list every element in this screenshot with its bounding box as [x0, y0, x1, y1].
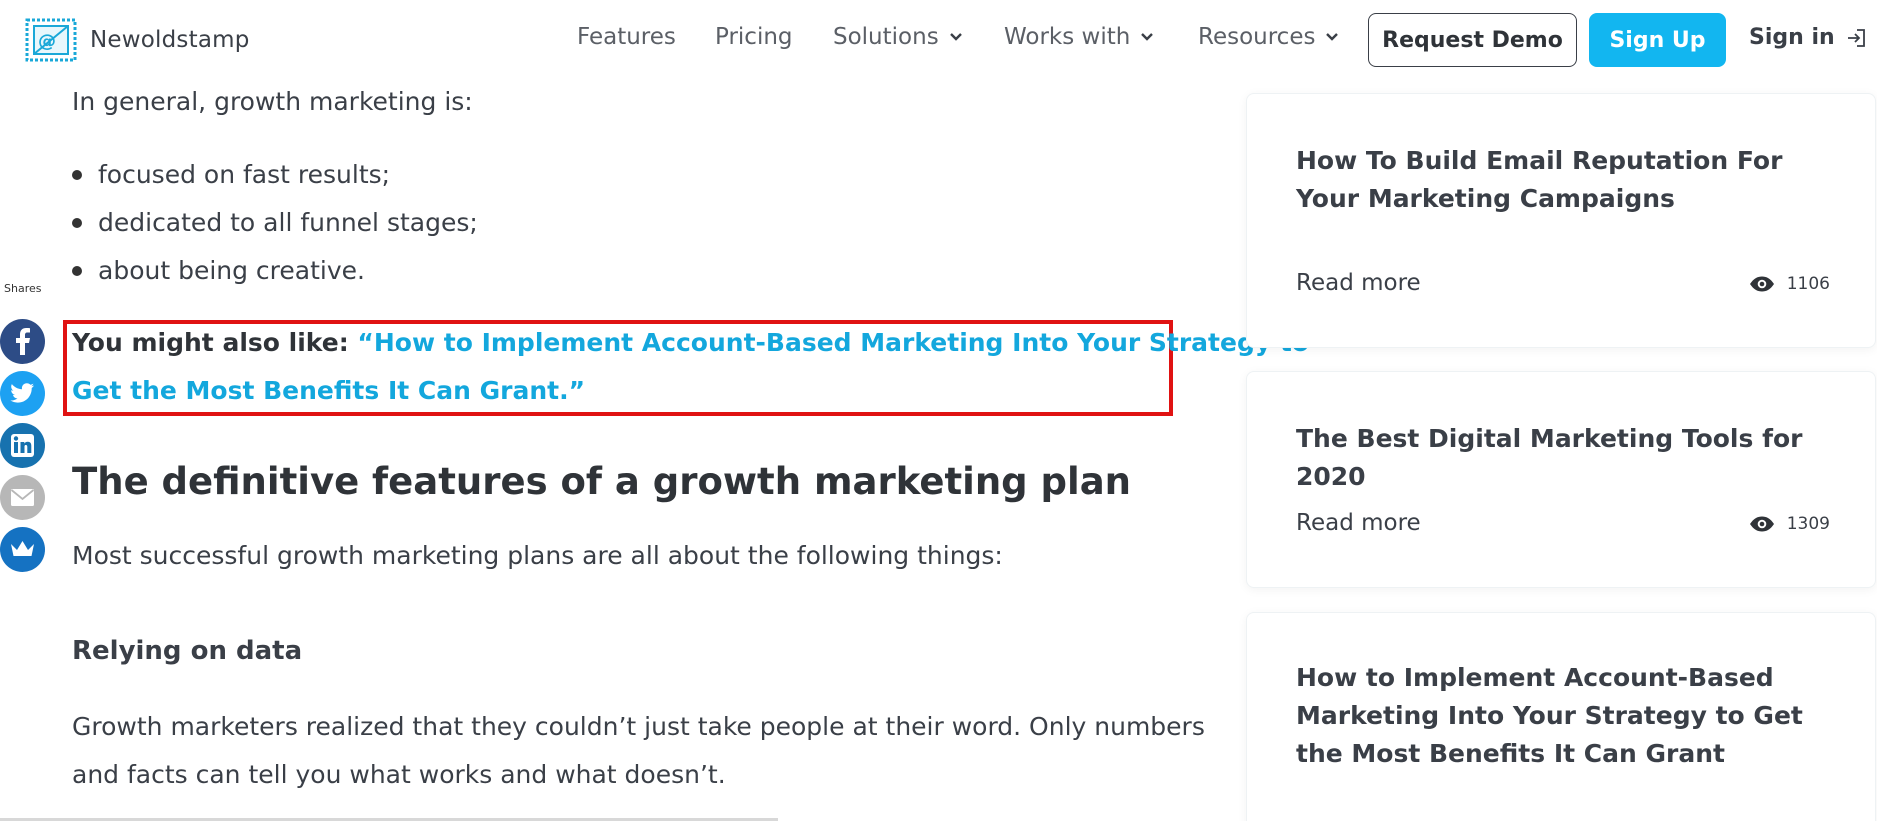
sign-in-icon: [1847, 28, 1865, 47]
related-post-card[interactable]: The Best Digital Marketing Tools for 202…: [1246, 371, 1876, 588]
body-paragraph-line-2: and facts can tell you what works and wh…: [72, 760, 726, 789]
crown-share-button[interactable]: [0, 527, 45, 572]
nav-solutions[interactable]: Solutions: [833, 24, 963, 50]
nav-solutions-label: Solutions: [833, 24, 939, 50]
linkedin-icon: [11, 434, 34, 457]
read-more-link[interactable]: Read more: [1296, 270, 1421, 296]
shares-label: Shares: [4, 282, 42, 295]
eye-icon: [1749, 516, 1774, 532]
nav-pricing[interactable]: Pricing: [715, 24, 793, 50]
chevron-down-icon: [1141, 33, 1154, 41]
sign-up-button[interactable]: Sign Up: [1589, 13, 1726, 67]
crown-icon: [11, 541, 34, 556]
list-item-text: about being creative.: [98, 256, 365, 285]
twitter-share-button[interactable]: [0, 371, 45, 416]
nav-works-with-label: Works with: [1004, 24, 1131, 50]
sign-in-link[interactable]: Sign in: [1749, 25, 1867, 50]
nav-pricing-label: Pricing: [715, 24, 793, 50]
callout-line-1: You might also like: “How to Implement A…: [72, 328, 1309, 357]
svg-text:@: @: [38, 31, 56, 52]
brand-name: Newoldstamp: [90, 27, 250, 53]
bullet-dot: [72, 169, 82, 180]
view-count-value: 1106: [1786, 274, 1830, 294]
article-intro: In general, growth marketing is:: [72, 87, 473, 116]
chevron-down-icon: [1326, 33, 1339, 41]
callout-prefix: You might also like:: [72, 328, 349, 357]
list-item-text: focused on fast results;: [98, 160, 391, 189]
view-count: 1309: [1749, 514, 1830, 534]
callout-line-2: Get the Most Benefits It Can Grant.”: [72, 376, 585, 405]
bullet-dot: [72, 265, 82, 276]
nav-features-label: Features: [577, 24, 676, 50]
eye-icon: [1749, 276, 1774, 292]
read-more-link[interactable]: Read more: [1296, 510, 1421, 536]
bullet-dot: [72, 217, 82, 228]
linkedin-share-button[interactable]: [0, 423, 45, 468]
stamp-logo-icon: @: [25, 18, 77, 62]
sign-in-label: Sign in: [1749, 25, 1835, 50]
facebook-share-button[interactable]: [0, 319, 45, 364]
view-count: 1106: [1749, 274, 1830, 294]
related-post-title[interactable]: The Best Digital Marketing Tools for 202…: [1296, 420, 1826, 496]
facebook-icon: [16, 328, 30, 355]
related-post-card[interactable]: How to Implement Account-Based Marketing…: [1246, 612, 1876, 821]
chevron-down-icon: [949, 33, 962, 41]
related-post-title[interactable]: How To Build Email Reputation For Your M…: [1296, 142, 1826, 218]
brand-logo[interactable]: @ Newoldstamp: [24, 17, 250, 63]
request-demo-button[interactable]: Request Demo: [1368, 13, 1577, 67]
site-header: @ Newoldstamp Features Pricing Solutions…: [0, 0, 1877, 80]
view-count-value: 1309: [1786, 514, 1830, 534]
related-post-title[interactable]: How to Implement Account-Based Marketing…: [1296, 659, 1826, 773]
list-item: about being creative.: [72, 256, 365, 285]
related-article-link-continued[interactable]: Get the Most Benefits It Can Grant.”: [72, 376, 585, 405]
nav-features[interactable]: Features: [577, 24, 676, 50]
nav-resources[interactable]: Resources: [1198, 24, 1339, 50]
twitter-icon: [10, 383, 34, 403]
list-item: dedicated to all funnel stages;: [72, 208, 478, 237]
list-item-text: dedicated to all funnel stages;: [98, 208, 478, 237]
body-paragraph-line-1: Growth marketers realized that they coul…: [72, 712, 1205, 741]
related-article-link[interactable]: “How to Implement Account-Based Marketin…: [357, 328, 1309, 357]
email-icon: [10, 489, 35, 506]
related-post-card[interactable]: How To Build Email Reputation For Your M…: [1246, 93, 1876, 348]
section-intro: Most successful growth marketing plans a…: [72, 541, 1003, 570]
email-share-button[interactable]: [0, 475, 45, 520]
nav-resources-label: Resources: [1198, 24, 1316, 50]
section-heading: The definitive features of a growth mark…: [72, 460, 1131, 503]
nav-works-with[interactable]: Works with: [1004, 24, 1154, 50]
list-item: focused on fast results;: [72, 160, 390, 189]
subsection-heading: Relying on data: [72, 636, 303, 666]
